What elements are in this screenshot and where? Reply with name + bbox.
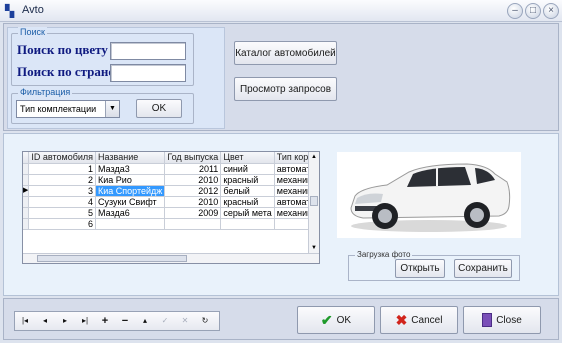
ok-button-label: OK <box>336 314 352 326</box>
cell-year[interactable]: 2011 <box>164 163 222 175</box>
cell-color[interactable]: красный <box>220 174 275 186</box>
cell-name[interactable]: Мазда6 <box>95 207 166 219</box>
app-icon: ▚ <box>5 4 15 18</box>
post-edit-icon: ✓ <box>161 316 169 325</box>
filter-ok-button[interactable]: OK <box>136 99 182 118</box>
cell-id[interactable]: 1 <box>28 163 97 175</box>
open-photo-label: Открыть <box>400 263 440 274</box>
cancel-x-icon: ✖ <box>395 311 408 328</box>
edit-record-icon[interactable]: ▴ <box>137 312 153 330</box>
queries-button[interactable]: Просмотр запросов <box>234 77 337 101</box>
minimize-icon[interactable]: – <box>507 3 523 19</box>
cell-year[interactable]: 2009 <box>164 207 222 219</box>
table-row-selected[interactable]: ▶ 3 Киа Спортейдж 2012 белый механика <box>23 185 319 197</box>
cell-color[interactable] <box>220 218 275 230</box>
catalog-button-label: Каталог автомобилей <box>235 47 336 59</box>
save-photo-label: Сохранить <box>458 263 508 274</box>
filter-select-value: Тип комплектации <box>20 104 97 114</box>
table-row[interactable]: 1 Мазда3 2011 синий автомат <box>23 163 319 175</box>
cell-name[interactable]: Сузуки Свифт <box>95 196 166 208</box>
cell-id[interactable]: 6 <box>28 218 97 230</box>
refresh-icon[interactable]: ↻ <box>197 312 213 330</box>
filter-group-title: Фильтрация <box>18 87 73 97</box>
cell-year[interactable]: 2010 <box>164 196 222 208</box>
table-row[interactable]: 5 Мазда6 2009 серый мета механика <box>23 207 319 219</box>
save-photo-button[interactable]: Сохранить <box>454 259 512 278</box>
table-row[interactable]: 2 Киа Рио 2010 красный механика <box>23 174 319 186</box>
column-header-name[interactable]: Название <box>95 152 166 164</box>
prior-record-icon[interactable]: ◂ <box>37 312 53 330</box>
ok-button[interactable]: ✔ OK <box>297 306 375 334</box>
car-image <box>350 163 511 232</box>
catalog-button[interactable]: Каталог автомобилей <box>234 41 337 65</box>
table-row[interactable]: 4 Сузуки Свифт 2010 красный автомат <box>23 196 319 208</box>
cell-name[interactable]: Мазда3 <box>95 163 166 175</box>
cancel-edit-icon: ✕ <box>181 316 189 325</box>
cancel-button-label: Cancel <box>411 314 443 326</box>
cell-color[interactable]: синий <box>220 163 275 175</box>
last-record-icon[interactable]: ▸| <box>77 312 93 330</box>
scroll-down-icon[interactable]: ▼ <box>309 243 319 253</box>
restore-icon[interactable]: □ <box>525 3 541 19</box>
cell-year[interactable]: 2010 <box>164 174 222 186</box>
window-title: Avto <box>22 4 44 16</box>
cell-id[interactable]: 2 <box>28 174 97 186</box>
grid-vertical-scrollbar[interactable]: ▲ ▼ <box>308 152 319 263</box>
cell-name-selected[interactable]: Киа Спортейдж <box>95 185 166 197</box>
cell-id[interactable]: 5 <box>28 207 97 219</box>
car-photo <box>337 152 521 238</box>
insert-record-icon[interactable]: + <box>97 312 113 330</box>
door-icon <box>482 313 493 327</box>
cell-color[interactable]: красный <box>220 196 275 208</box>
search-by-country-label: Поиск по стране <box>17 64 115 79</box>
color-search-input[interactable] <box>110 42 186 60</box>
cell-year[interactable]: 2012 <box>164 185 222 197</box>
delete-record-icon[interactable]: − <box>117 312 133 330</box>
check-icon: ✔ <box>320 311 333 328</box>
table-row[interactable]: 6 <box>23 218 319 230</box>
filter-select[interactable]: Тип комплектации ▼ <box>16 100 120 118</box>
filter-ok-label: OK <box>151 103 167 114</box>
country-search-input[interactable] <box>110 64 186 82</box>
cell-color[interactable]: белый <box>220 185 275 197</box>
cell-id[interactable]: 3 <box>28 185 97 197</box>
title-bar: ▚ Avto – □ × <box>0 0 562 22</box>
cars-table: ID автомобиля Название Год выпуска Цвет … <box>23 152 319 230</box>
cell-id[interactable]: 4 <box>28 196 97 208</box>
cell-name[interactable]: Киа Рио <box>95 174 166 186</box>
open-photo-button[interactable]: Открыть <box>395 259 445 278</box>
close-window-icon[interactable]: × <box>543 3 559 19</box>
grid-horizontal-scrollbar[interactable] <box>23 253 319 263</box>
column-header-year[interactable]: Год выпуска <box>164 152 222 164</box>
chevron-down-icon[interactable]: ▼ <box>105 101 119 117</box>
scroll-thumb[interactable] <box>310 196 318 206</box>
search-group-title: Поиск <box>18 27 47 37</box>
photo-group-title: Загрузка фото <box>355 250 413 259</box>
hscroll-thumb[interactable] <box>37 255 187 262</box>
column-header-color[interactable]: Цвет <box>220 152 275 164</box>
cell-name[interactable] <box>95 218 166 230</box>
queries-button-label: Просмотр запросов <box>239 83 332 95</box>
search-by-color-label: Поиск по цвету <box>17 42 108 57</box>
next-record-icon[interactable]: ▸ <box>57 312 73 330</box>
scroll-up-icon[interactable]: ▲ <box>309 152 319 162</box>
cell-year[interactable] <box>164 218 222 230</box>
current-row-marker-icon: ▶ <box>23 185 30 197</box>
first-record-icon[interactable]: |◂ <box>17 312 33 330</box>
cars-grid[interactable]: ID автомобиля Название Год выпуска Цвет … <box>22 151 320 264</box>
cancel-button[interactable]: ✖ Cancel <box>380 306 458 334</box>
record-navigator: |◂ ◂ ▸ ▸| + − ▴ ✓ ✕ ↻ <box>14 311 220 331</box>
cell-color[interactable]: серый мета <box>220 207 275 219</box>
column-header-id[interactable]: ID автомобиля <box>28 152 97 164</box>
close-button[interactable]: Close <box>463 306 541 334</box>
close-button-label: Close <box>496 314 522 326</box>
table-header-row: ID автомобиля Название Год выпуска Цвет … <box>23 152 319 164</box>
